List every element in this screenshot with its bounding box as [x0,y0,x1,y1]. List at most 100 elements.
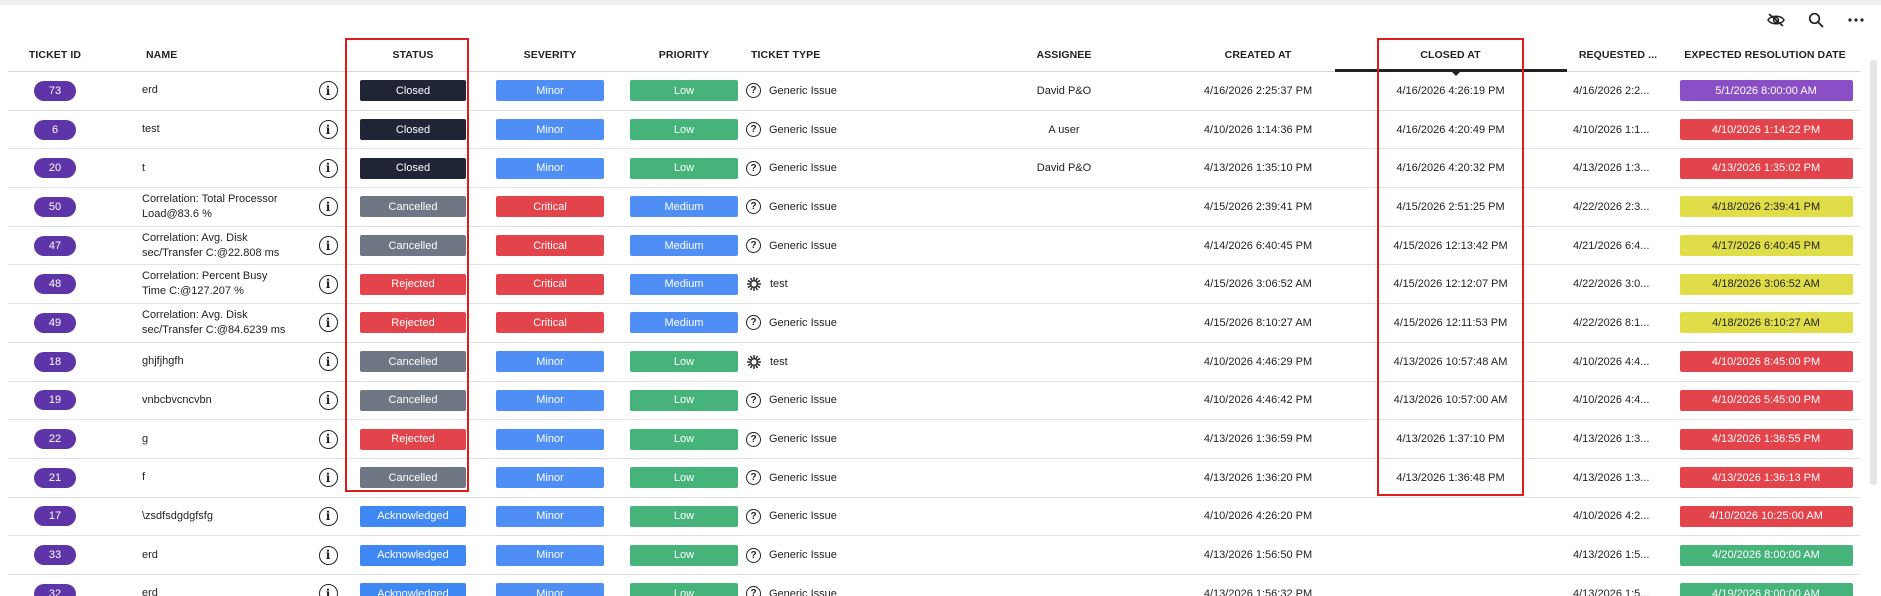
info-icon[interactable]: i [318,506,338,526]
table-row[interactable]: 47 Correlation: Avg. Disk sec/Transfer C… [8,227,1860,266]
ticket-id-pill[interactable]: 18 [34,351,76,372]
info-icon[interactable]: i [318,429,338,449]
vertical-scrollbar[interactable] [1870,60,1877,485]
ticket-id-pill[interactable]: 50 [34,196,76,217]
ticket-name: Correlation: Percent Busy Time C:@127.20… [142,270,268,298]
table-row[interactable]: 21 f i Cancelled Minor Low ? Generic Iss… [8,459,1860,498]
expected-resolution-badge: 4/10/2026 1:14:22 PM [1679,119,1853,141]
header-ticket-type[interactable]: TICKET TYPE [751,38,871,72]
table-row[interactable]: 20 t i Closed Minor Low ? Generic Issue … [8,149,1860,189]
severity-cell: Minor [495,72,605,110]
info-cell: i [313,304,343,342]
info-icon[interactable]: i [318,81,338,101]
priority-cell: Low [629,575,739,596]
table-row[interactable]: 50 Correlation: Total Processor Load@83.… [8,188,1860,227]
header-requested[interactable]: REQUESTED ... [1568,38,1668,72]
ticket-id-pill[interactable]: 32 [34,583,76,596]
info-icon[interactable]: i [318,158,338,178]
severity-cell: Minor [495,343,605,381]
status-badge: Acknowledged [360,583,466,596]
severity-cell: Minor [495,111,605,149]
ticket-name: erd [142,84,158,97]
info-cell: i [313,459,343,497]
ticket-id-cell: 18 [30,343,80,381]
question-circle-icon: ? [746,431,761,447]
table-row[interactable]: 6 test i Closed Minor Low ? Generic Issu… [8,111,1860,150]
expected-resolution-cell: 4/19/2026 8:00:00 AM [1671,575,1861,596]
severity-badge: Minor [496,428,604,450]
info-cell: i [313,265,343,303]
priority-cell: Medium [629,227,739,265]
name-cell: \zsdfsdgdgfsfg [142,498,302,536]
ticket-id-pill[interactable]: 73 [34,80,76,101]
expected-resolution-cell: 4/10/2026 10:25:00 AM [1671,498,1861,536]
table-row[interactable]: 17 \zsdfsdgdgfsfg i Acknowledged Minor L… [8,498,1860,537]
priority-badge: Low [630,157,738,179]
ticket-type-label: Generic Issue [769,123,837,136]
expected-resolution-cell: 4/18/2026 3:06:52 AM [1671,265,1861,303]
severity-badge: Minor [496,119,604,141]
more-options-button[interactable] [1845,9,1867,31]
assignee-cell [989,382,1139,420]
table-row[interactable]: 22 g i Rejected Minor Low ? Generic Issu… [8,420,1860,459]
ticket-type-label: Generic Issue [769,433,837,446]
table-row[interactable]: 48 Correlation: Percent Busy Time C:@127… [8,265,1861,305]
ticket-id-pill[interactable]: 33 [34,545,76,566]
table-row[interactable]: 18 ghjfjhgfh i Cancelled Minor Low test … [8,343,1860,382]
info-icon[interactable]: i [318,390,338,410]
severity-badge: Minor [496,583,604,596]
assignee-cell [989,265,1139,303]
ticket-id-pill[interactable]: 48 [34,274,76,295]
ticket-id-pill[interactable]: 22 [34,429,76,450]
info-icon[interactable]: i [318,120,338,140]
info-icon[interactable]: i [318,468,338,488]
severity-cell: Minor [495,498,605,536]
hide-columns-button[interactable] [1765,9,1787,31]
info-icon[interactable]: i [318,197,338,217]
ticket-id-pill[interactable]: 20 [34,158,76,179]
info-icon[interactable]: i [318,584,338,596]
ticket-id-pill[interactable]: 49 [34,312,76,333]
expected-resolution-cell: 4/18/2026 2:39:41 PM [1671,188,1861,226]
header-assignee[interactable]: ASSIGNEE [989,38,1139,72]
info-icon[interactable]: i [318,274,338,294]
table-row[interactable]: 32 erd i Acknowledged Minor Low ? Generi… [8,575,1860,596]
header-ticket-id[interactable]: TICKET ID [20,38,90,72]
info-icon[interactable]: i [318,352,338,372]
info-icon[interactable]: i [318,545,338,565]
ticket-id-cell: 47 [30,227,80,265]
header-created-at[interactable]: CREATED AT [1168,38,1348,72]
ticket-id-pill[interactable]: 17 [34,506,76,527]
search-button[interactable] [1805,9,1827,31]
ticket-id-pill[interactable]: 47 [34,235,76,256]
ticket-type-cell: ? Generic Issue [746,459,946,497]
severity-badge: Minor [496,389,604,411]
grid-body: 73 erd i Closed Minor Low ? Generic Issu… [8,72,1860,596]
table-row[interactable]: 49 Correlation: Avg. Disk sec/Transfer C… [8,304,1860,343]
ticket-id-pill[interactable]: 19 [34,390,76,411]
severity-cell: Critical [495,188,605,226]
info-icon[interactable]: i [318,236,338,256]
header-severity[interactable]: SEVERITY [495,38,605,72]
expected-resolution-badge: 4/17/2026 6:40:45 PM [1679,235,1853,257]
created-at-cell: 4/15/2026 2:39:41 PM [1203,200,1313,213]
ticket-type-label: Generic Issue [769,471,837,484]
severity-badge: Minor [496,157,604,179]
assignee-cell: A user [1048,123,1080,136]
table-row[interactable]: 19 vnbcbvcncvbn i Cancelled Minor Low ? … [8,382,1860,421]
table-row[interactable]: 33 erd i Acknowledged Minor Low ? Generi… [8,536,1860,575]
severity-badge: Critical [496,312,604,334]
header-priority[interactable]: PRIORITY [629,38,739,72]
ticket-id-pill[interactable]: 21 [34,467,76,488]
requested-cell: 4/10/2026 4:4... [1573,355,1650,368]
requested-cell: 4/10/2026 4:2... [1573,510,1650,523]
ticket-name: Correlation: Avg. Disk sec/Transfer C:@2… [142,231,280,259]
ticket-id-pill[interactable]: 6 [34,119,76,140]
priority-cell: Medium [629,265,739,303]
header-expected-resolution-date[interactable]: EXPECTED RESOLUTION DATE [1670,38,1860,72]
severity-cell: Critical [495,304,605,342]
requested-cell: 4/22/2026 8:1... [1573,316,1650,329]
header-name[interactable]: NAME [146,38,226,72]
table-row[interactable]: 73 erd i Closed Minor Low ? Generic Issu… [8,72,1860,111]
info-icon[interactable]: i [318,313,338,333]
